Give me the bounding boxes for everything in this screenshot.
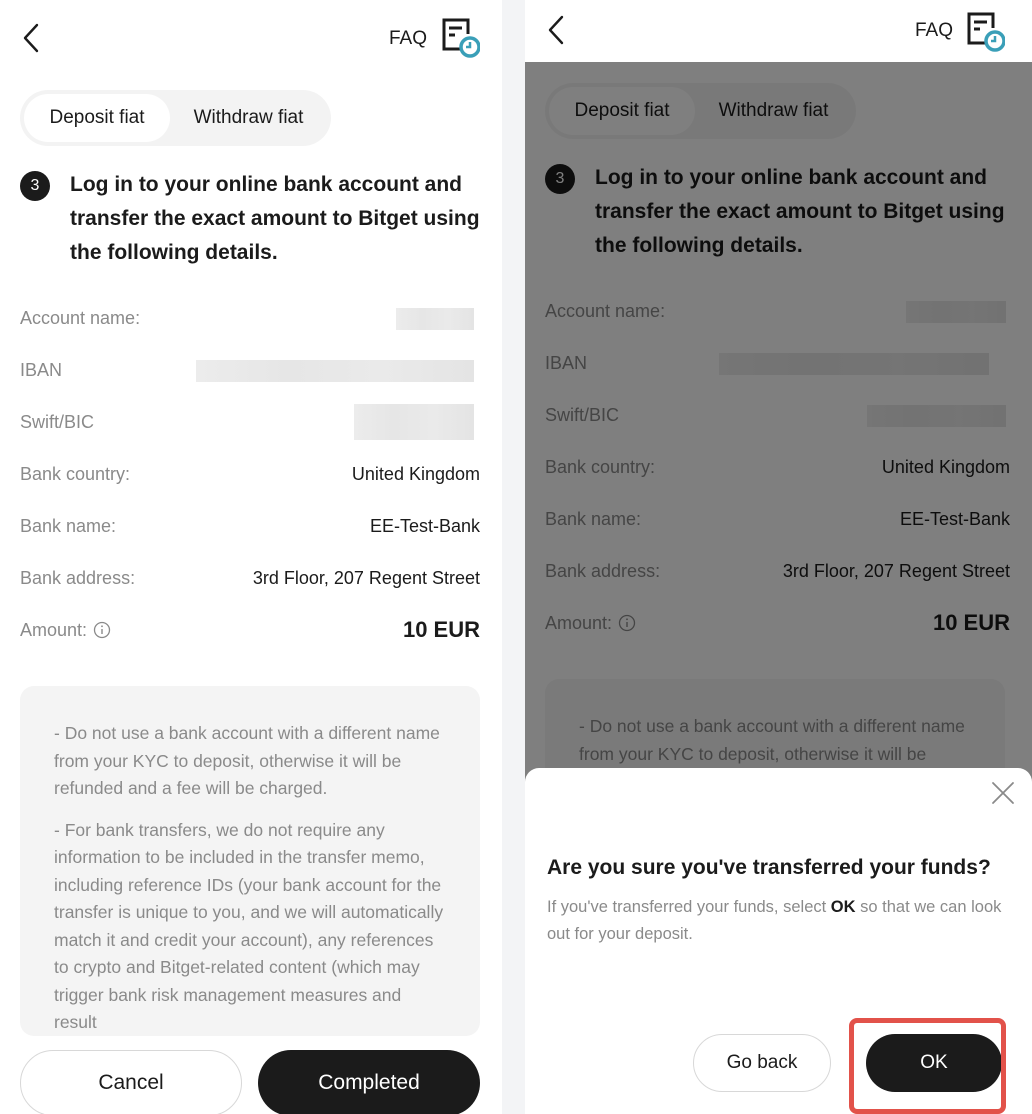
detail-label: IBAN xyxy=(20,359,63,380)
detail-row-iban: IBAN xyxy=(20,344,480,396)
deposit-withdraw-tabs: Deposit fiat Withdraw fiat xyxy=(20,90,331,146)
redacted-value xyxy=(196,360,474,382)
amount-label: Amount: xyxy=(20,619,88,640)
notice-paragraph: - Do not use a bank account with a diffe… xyxy=(54,723,440,798)
document-clock-icon xyxy=(442,18,481,58)
faq-link[interactable]: FAQ xyxy=(915,20,953,42)
detail-row-swift: Swift/BIC xyxy=(20,396,480,448)
notice-box: - Do not use a bank account with a diffe… xyxy=(20,686,480,1036)
close-icon xyxy=(992,782,1014,804)
detail-row-bank-country: Bank country: United Kingdom xyxy=(20,448,480,500)
detail-value: United Kingdom xyxy=(351,463,480,484)
step-number-badge: 3 xyxy=(20,171,50,201)
back-button[interactable] xyxy=(543,12,569,48)
info-icon[interactable] xyxy=(93,621,111,639)
detail-value: 3rd Floor, 207 Regent Street xyxy=(252,567,480,588)
document-clock-icon xyxy=(967,12,1006,52)
detail-label: Amount: xyxy=(20,620,111,641)
detail-label: Bank country: xyxy=(20,463,131,484)
step-instruction: 3 Log in to your online bank account and… xyxy=(20,168,482,270)
completed-button[interactable]: Completed xyxy=(258,1050,480,1114)
detail-row-bank-name: Bank name: EE-Test-Bank xyxy=(20,500,480,552)
header: FAQ xyxy=(525,0,1032,64)
detail-row-amount: Amount: 10 EUR xyxy=(20,604,480,656)
header: FAQ xyxy=(0,0,502,64)
detail-row-bank-address: Bank address: 3rd Floor, 207 Regent Stre… xyxy=(20,552,480,604)
step-text: Log in to your online bank account and t… xyxy=(70,173,480,264)
faq-link[interactable]: FAQ xyxy=(389,28,427,50)
notice-paragraph: - For bank transfers, we do not require … xyxy=(54,819,444,1033)
detail-label: Account name: xyxy=(20,307,141,328)
go-back-button[interactable]: Go back xyxy=(693,1034,831,1092)
confirm-screen: FAQ Deposit fiat Withdraw fiat 3 Log in … xyxy=(525,0,1032,1114)
detail-value: EE-Test-Bank xyxy=(369,515,480,536)
amount-value: 10 EUR xyxy=(402,617,480,642)
faq-history-button[interactable] xyxy=(440,16,481,60)
tab-deposit-fiat[interactable]: Deposit fiat xyxy=(24,94,170,142)
dialog-desc-ok: OK xyxy=(830,898,856,916)
redacted-value xyxy=(354,404,474,440)
detail-label: Bank address: xyxy=(20,567,136,588)
back-button[interactable] xyxy=(18,20,44,56)
dialog-description: If you've transferred your funds, select… xyxy=(547,894,1010,948)
detail-row-account-name: Account name: xyxy=(20,292,480,344)
deposit-screen: FAQ Deposit fiat Withdraw fiat 3 Log in … xyxy=(0,0,502,1114)
chevron-left-icon xyxy=(23,23,39,53)
confirm-transfer-dialog: Are you sure you've transferred your fun… xyxy=(525,768,1032,1114)
tab-withdraw-fiat[interactable]: Withdraw fiat xyxy=(170,94,327,142)
chevron-left-icon xyxy=(548,15,564,45)
ok-button[interactable]: OK xyxy=(866,1034,1002,1092)
dialog-title: Are you sure you've transferred your fun… xyxy=(547,856,991,879)
cancel-button[interactable]: Cancel xyxy=(20,1050,242,1114)
detail-label: Swift/BIC xyxy=(20,411,95,432)
bottom-action-bar: Cancel Completed xyxy=(0,1036,502,1114)
detail-label: Bank name: xyxy=(20,515,117,536)
faq-history-button[interactable] xyxy=(965,10,1006,54)
dialog-desc-text: If you've transferred your funds, select xyxy=(547,898,831,916)
close-button[interactable] xyxy=(988,778,1018,808)
bank-details: Account name: IBAN Swift/BIC Bank countr… xyxy=(20,292,480,656)
redacted-value xyxy=(396,308,474,330)
